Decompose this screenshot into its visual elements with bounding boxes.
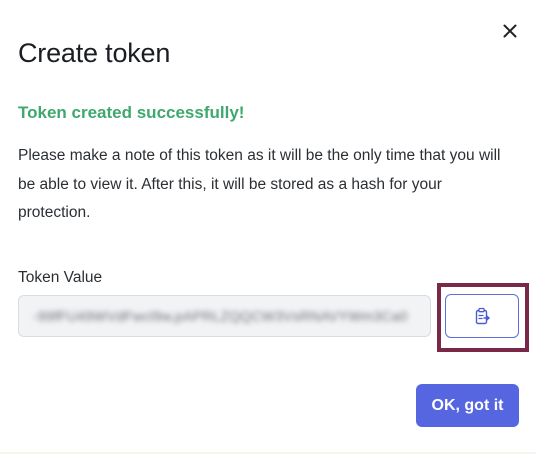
- token-value-field[interactable]: [18, 295, 431, 337]
- close-icon: [503, 24, 517, 38]
- create-token-dialog: Create token Token created successfully!…: [0, 0, 536, 454]
- close-button[interactable]: [498, 19, 522, 43]
- token-note: Please make a note of this token as it w…: [18, 147, 501, 221]
- ok-got-it-button[interactable]: OK, got it: [416, 384, 519, 427]
- token-value-input[interactable]: [19, 296, 430, 336]
- copy-token-button[interactable]: [445, 294, 519, 338]
- clipboard-copy-icon: [475, 307, 490, 325]
- dialog-title: Create token: [18, 38, 171, 68]
- success-message: Token created successfully!: [18, 103, 245, 122]
- token-value-label: Token Value: [18, 269, 103, 286]
